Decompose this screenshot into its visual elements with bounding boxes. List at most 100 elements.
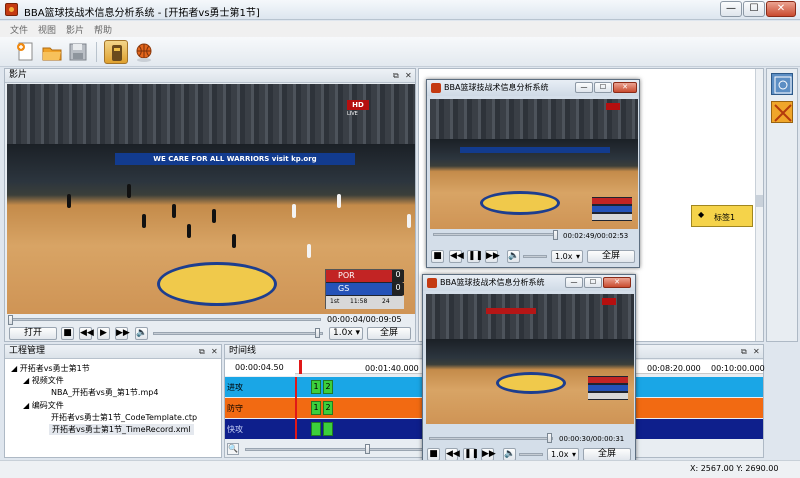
play-button[interactable]: ▶ <box>97 327 110 340</box>
volume-slider[interactable] <box>153 332 323 335</box>
menu-view[interactable]: 视图 <box>38 23 56 36</box>
timeline-zoom-thumb[interactable] <box>365 444 370 454</box>
stop-button[interactable]: ■ <box>431 250 444 263</box>
scroll-thumb[interactable] <box>756 195 763 207</box>
timeline-mark[interactable]: 2 <box>323 401 333 415</box>
tag-item[interactable]: ◆ 标签1 <box>691 205 753 227</box>
maximize-button[interactable]: ☐ <box>743 1 765 17</box>
rewind-button[interactable]: ◀◀ <box>79 327 94 340</box>
basketball-button[interactable] <box>132 40 156 64</box>
float-icon[interactable]: ⧉ <box>741 347 747 357</box>
code-template-button[interactable] <box>104 40 128 64</box>
popup-close-button[interactable]: ✕ <box>613 82 637 93</box>
menu-movie[interactable]: 影片 <box>66 23 84 36</box>
pause-button[interactable]: ❚❚ <box>467 250 483 263</box>
tree-code-template[interactable]: 开拓者vs勇士第1节_CodeTemplate.ctp <box>51 412 197 423</box>
popup-video-window-2[interactable]: BBA篮球技战术信息分析系统 — ☐ ✕ 00:00:30/00:00:31 ■… <box>422 274 636 464</box>
seek-bar[interactable] <box>11 318 321 321</box>
chevron-down-icon: ▾ <box>571 450 576 459</box>
open-button[interactable]: 打开 <box>9 327 57 340</box>
stop-icon: ■ <box>63 328 72 338</box>
fullscreen-button[interactable]: 全屏 <box>367 327 411 340</box>
status-coords: X: 2567.00 Y: 2690.00 <box>690 464 779 473</box>
new-file-button[interactable] <box>14 40 38 64</box>
timeline-mark[interactable] <box>323 422 333 436</box>
side-toolbar <box>766 68 798 342</box>
popup-seek-thumb[interactable] <box>553 230 558 240</box>
chevron-down-icon: ▾ <box>575 252 580 261</box>
popup-volume-slider[interactable] <box>519 453 543 456</box>
popup-seek-thumb[interactable] <box>547 433 552 443</box>
video-panel-title: 影片 <box>5 69 415 83</box>
panel-close-icon[interactable]: ✕ <box>753 347 760 356</box>
volume-button[interactable]: 🔈 <box>507 250 520 263</box>
popup-maximize-button[interactable]: ☐ <box>594 82 612 93</box>
float-icon[interactable]: ⧉ <box>393 71 399 81</box>
timeline-mark[interactable]: 2 <box>323 380 333 394</box>
vertical-scrollbar[interactable] <box>755 69 763 341</box>
timeline-mark[interactable]: 1 <box>311 401 321 415</box>
volume-button[interactable]: 🔈 <box>135 327 148 340</box>
tree-project[interactable]: ◢ 开拓者vs勇士第1节 <box>11 363 90 374</box>
volume-thumb[interactable] <box>315 328 320 338</box>
magnifier-icon: 🔍 <box>228 444 238 453</box>
popup-time: 00:00:30/00:00:31 <box>559 435 625 443</box>
diamond-icon: ◆ <box>698 210 705 219</box>
seek-thumb[interactable] <box>8 315 13 325</box>
pause-icon: ❚❚ <box>464 449 480 459</box>
rewind-icon: ◀◀ <box>446 449 460 459</box>
popup-fullscreen-button[interactable]: 全屏 <box>587 250 635 263</box>
minimize-button[interactable]: — <box>720 1 742 17</box>
close-button[interactable]: ✕ <box>766 1 796 17</box>
popup-speed-select[interactable]: 1.0x ▾ <box>551 250 583 263</box>
popup-seek-bar[interactable] <box>433 233 557 236</box>
playhead[interactable] <box>299 360 302 374</box>
timeline-mark[interactable]: 1 <box>311 380 321 394</box>
panel-close-icon[interactable]: ✕ <box>211 347 218 356</box>
stop-button[interactable]: ■ <box>61 327 74 340</box>
panel-close-icon[interactable]: ✕ <box>405 71 412 80</box>
zoom-button[interactable]: 🔍 <box>227 443 239 455</box>
save-button[interactable] <box>66 40 90 64</box>
court-view-button[interactable] <box>771 73 793 95</box>
chevron-down-icon: ▾ <box>355 328 360 338</box>
popup-seek-bar[interactable] <box>429 437 553 440</box>
open-folder-button[interactable] <box>40 40 64 64</box>
forward-icon: ▶▶ <box>486 251 500 261</box>
timeline-mark[interactable] <box>311 422 321 436</box>
tree-video-file[interactable]: NBA_开拓者vs勇_第1节.mp4 <box>51 387 158 398</box>
stop-icon: ■ <box>433 251 442 261</box>
menu-bar: 文件 视图 影片 帮助 <box>0 21 800 37</box>
menu-file[interactable]: 文件 <box>10 23 28 36</box>
rewind-button[interactable]: ◀◀ <box>449 250 464 263</box>
speed-select[interactable]: 1.0x ▾ <box>329 327 363 340</box>
toolbar <box>0 37 800 67</box>
popup-close-button[interactable]: ✕ <box>603 277 631 288</box>
popup-minimize-button[interactable]: — <box>575 82 593 93</box>
window-title: BBA篮球技战术信息分析系统 - [开拓者vs勇士第1节] <box>24 8 260 19</box>
half-court-button[interactable] <box>771 101 793 123</box>
popup-time: 00:02:49/00:02:53 <box>563 232 629 240</box>
popup-maximize-button[interactable]: ☐ <box>584 277 602 288</box>
float-icon[interactable]: ⧉ <box>199 347 205 357</box>
video-frame[interactable]: WE CARE FOR ALL WARRIORS visit kp.org HD… <box>7 84 415 314</box>
popup-minimize-button[interactable]: — <box>565 277 583 288</box>
popup-scoreboard <box>588 376 628 400</box>
tree-time-record[interactable]: 开拓者vs勇士第1节_TimeRecord.xml <box>49 424 194 435</box>
forward-button[interactable]: ▶▶ <box>115 327 130 340</box>
popup-video-frame-1[interactable] <box>430 99 638 229</box>
popup-volume-slider[interactable] <box>523 255 547 258</box>
court-icon <box>774 76 792 94</box>
menu-help[interactable]: 帮助 <box>94 23 112 36</box>
tree-code-folder[interactable]: ◢ 编码文件 <box>23 400 64 411</box>
video-time: 00:00:04/00:09:05 <box>327 315 402 324</box>
tag-label: 标签1 <box>714 213 736 222</box>
ruler-label: 00:01:40.000 <box>365 364 419 373</box>
tree-video-folder[interactable]: ◢ 视频文件 <box>23 375 64 386</box>
forward-button[interactable]: ▶▶ <box>485 250 500 263</box>
popup-video-frame-2[interactable] <box>426 294 634 424</box>
status-bar: X: 2567.00 Y: 2690.00 <box>0 460 800 478</box>
project-panel-title: 工程管理 <box>5 345 221 359</box>
popup-video-window-1[interactable]: BBA篮球技战术信息分析系统 — ☐ ✕ 00:02:49/00:02:53 ■… <box>426 79 640 268</box>
timeline-zoom-slider[interactable] <box>245 448 435 451</box>
